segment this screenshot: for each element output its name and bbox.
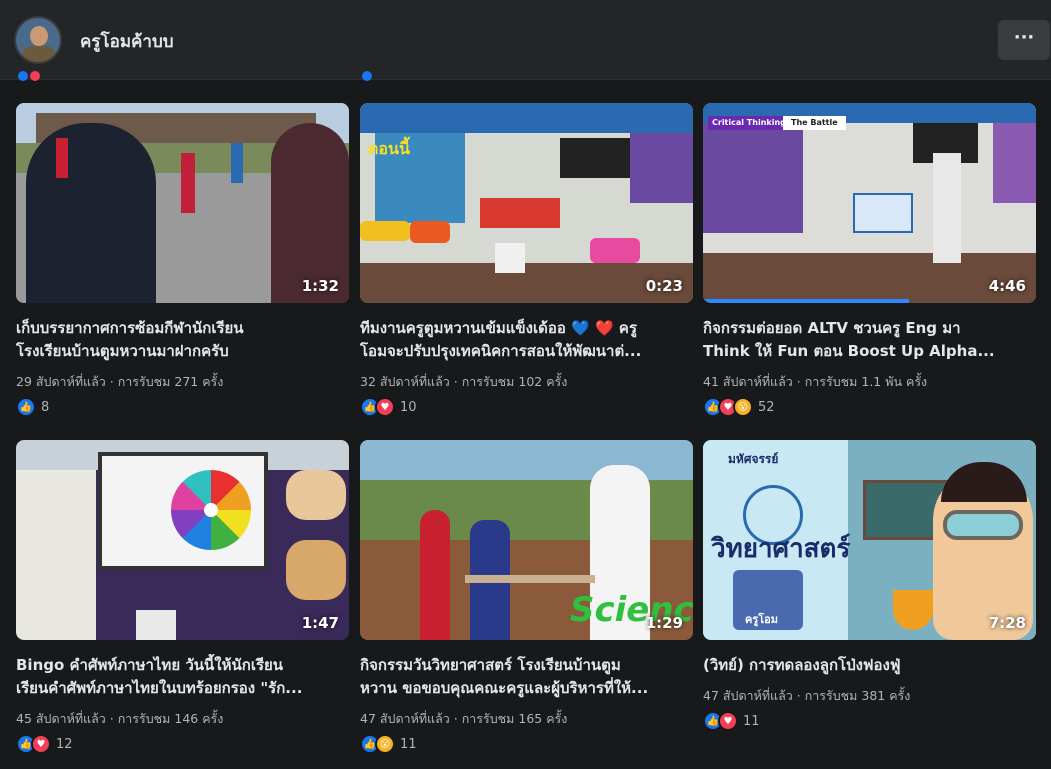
video-thumbnail[interactable]: ตอนนี้ 0:23 <box>360 103 693 303</box>
reactions[interactable]: 👍 ♥ 😮 52 <box>703 396 775 418</box>
video-thumbnail[interactable]: วิทยาศาสตร์ มหัศจรรย์ ครูโอม 7:28 <box>703 440 1036 640</box>
reaction-count: 52 <box>758 399 775 415</box>
reaction-count: 12 <box>56 736 73 752</box>
wow-icon: 😮 <box>375 734 395 754</box>
video-title[interactable]: ทีมงานครูตูมหวานเข้มแข็งเด้ออ 💙 ❤️ ครู โ… <box>360 317 693 363</box>
thumbnail-subtitle: มหัศจรรย์ <box>728 452 779 466</box>
video-meta: 47 สัปดาห์ที่แล้ว · การรับชม 381 ครั้ง <box>703 688 911 703</box>
video-duration: 7:28 <box>988 614 1026 632</box>
love-icon: ♥ <box>375 397 395 417</box>
video-thumbnail[interactable]: 1:47 <box>16 440 349 640</box>
avatar[interactable] <box>14 16 62 64</box>
page-header: ครูโอมค้าบบ ··· <box>0 0 1051 81</box>
video-meta: 45 สัปดาห์ที่แล้ว · การรับชม 146 ครั้ง <box>16 711 224 726</box>
thumbnail-tag: Critical Thinking <box>708 116 790 130</box>
page-title[interactable]: ครูโอมค้าบบ <box>80 28 174 55</box>
video-thumbnail[interactable]: Science 1:29 <box>360 440 693 640</box>
reactions[interactable]: 👍 ♥ 12 <box>16 733 73 755</box>
video-thumbnail[interactable]: Critical Thinking The Battle 4:46 <box>703 103 1036 303</box>
thumbnail-caption: ครูโอม <box>745 613 779 626</box>
previous-row-reactions <box>362 66 390 81</box>
video-meta: 41 สัปดาห์ที่แล้ว · การรับชม 1.1 พัน ครั… <box>703 374 928 389</box>
video-duration: 0:23 <box>645 277 683 295</box>
love-icon: ♥ <box>31 734 51 754</box>
video-title[interactable]: กิจกรรมต่อยอด ALTV ชวนครู Eng มา Think ใ… <box>703 317 1036 363</box>
video-meta: 29 สัปดาห์ที่แล้ว · การรับชม 271 ครั้ง <box>16 374 224 389</box>
reactions[interactable]: 👍 8 <box>16 396 49 418</box>
wow-icon: 😮 <box>733 397 753 417</box>
video-title[interactable]: Bingo คำศัพท์ภาษาไทย วันนี้ให้นักเรียน เ… <box>16 654 349 700</box>
video-duration: 4:46 <box>988 277 1026 295</box>
thumbnail-title: วิทยาศาสตร์ <box>711 534 851 564</box>
video-meta: 47 สัปดาห์ที่แล้ว · การรับชม 165 ครั้ง <box>360 711 568 726</box>
previous-row-reactions <box>18 66 46 81</box>
reaction-count: 10 <box>400 399 417 415</box>
video-title[interactable]: (วิทย์) การทดลองลูกโป่งฟองฟู่ <box>703 654 1036 677</box>
like-icon: 👍 <box>16 397 36 417</box>
reaction-count: 11 <box>400 736 417 752</box>
video-meta: 32 สัปดาห์ที่แล้ว · การรับชม 102 ครั้ง <box>360 374 568 389</box>
reaction-count: 8 <box>41 399 50 415</box>
love-icon: ♥ <box>718 711 738 731</box>
video-duration: 1:29 <box>645 614 683 632</box>
thumbnail-tag: The Battle <box>783 116 846 130</box>
reactions[interactable]: 👍 ♥ 11 <box>703 710 760 732</box>
reactions[interactable]: 👍 ♥ 10 <box>360 396 417 418</box>
watch-progress-bar <box>703 299 910 303</box>
video-thumbnail[interactable]: 1:32 <box>16 103 349 303</box>
video-title[interactable]: เก็บบรรยากาศการซ้อมกีฬานักเรียน โรงเรียน… <box>16 317 349 363</box>
reactions[interactable]: 👍 😮 11 <box>360 733 417 755</box>
video-duration: 1:47 <box>301 614 339 632</box>
video-duration: 1:32 <box>301 277 339 295</box>
video-title[interactable]: กิจกรรมวันวิทยาศาสตร์ โรงเรียนบ้านตูม หว… <box>360 654 693 700</box>
reaction-count: 11 <box>743 713 760 729</box>
more-options-button[interactable]: ··· <box>998 20 1050 60</box>
